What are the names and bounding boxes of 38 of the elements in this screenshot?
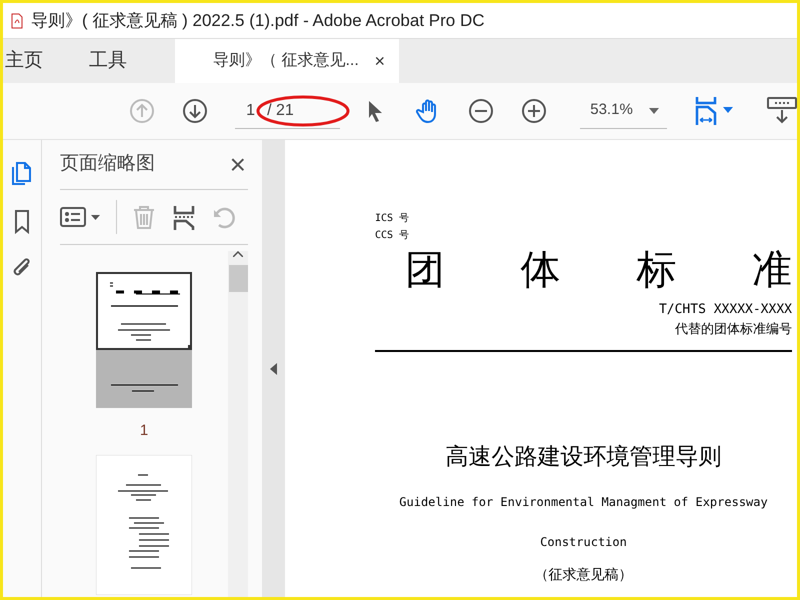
tab[interactable]: 导则》（ 征求意见... ×	[175, 39, 399, 83]
heading-character: 标	[636, 246, 676, 295]
pages-icon[interactable]	[10, 160, 34, 186]
collapse-arrow-icon[interactable]	[270, 362, 277, 374]
pdf-file-icon	[11, 12, 23, 28]
window-title: 导则》( 征求意见稿 ) 2022.5 (1).pdf - Adobe Acrobat Pro DC	[31, 10, 484, 32]
page-thumbnail[interactable]	[96, 272, 192, 408]
insert-page-icon[interactable]	[171, 204, 197, 230]
list-options-icon[interactable]	[60, 204, 102, 230]
document-text: 代替的团体标准编号	[675, 321, 792, 339]
document-title: 高速公路建设环境管理导则	[446, 443, 722, 472]
caret-icon	[649, 108, 660, 114]
zoom-field[interactable]: 53.1%	[580, 93, 668, 129]
standard-code: T/CHTS XXXXX-XXXX	[658, 301, 792, 319]
document-subtitle: Construction	[540, 534, 627, 550]
zoom-out-icon[interactable]	[468, 98, 494, 124]
document-text: CCS 号	[375, 229, 410, 243]
scrollbar[interactable]	[228, 251, 248, 597]
scrollbar-thumb[interactable]	[228, 265, 248, 292]
heading-character: 准	[752, 246, 792, 295]
close-button[interactable]: ×	[228, 150, 248, 178]
tab-close-button[interactable]: ×	[374, 48, 385, 74]
panel-title: 页面缩略图	[60, 152, 155, 176]
document-status: （征求意见稿）	[534, 566, 632, 584]
tab[interactable]: 工具	[77, 39, 139, 83]
page-total: / 21	[267, 100, 294, 120]
heading-character: 团	[405, 246, 445, 295]
document-subtitle: Guideline for Environmental Managment of Expressway	[399, 494, 768, 510]
tab[interactable]: 主页	[3, 39, 55, 83]
thumbnail-page-number: 1	[140, 421, 148, 441]
heading-character: 体	[520, 246, 561, 295]
page-number-field[interactable]: 1	[235, 98, 256, 122]
zoom-in-icon[interactable]	[520, 98, 547, 124]
chevron-up-icon[interactable]	[233, 251, 243, 257]
keyboard-down-icon[interactable]	[767, 97, 797, 125]
arrow-down-circle-icon[interactable]	[182, 98, 208, 124]
document-text: ICS 号	[375, 212, 410, 226]
page-thumbnail[interactable]	[96, 454, 192, 594]
